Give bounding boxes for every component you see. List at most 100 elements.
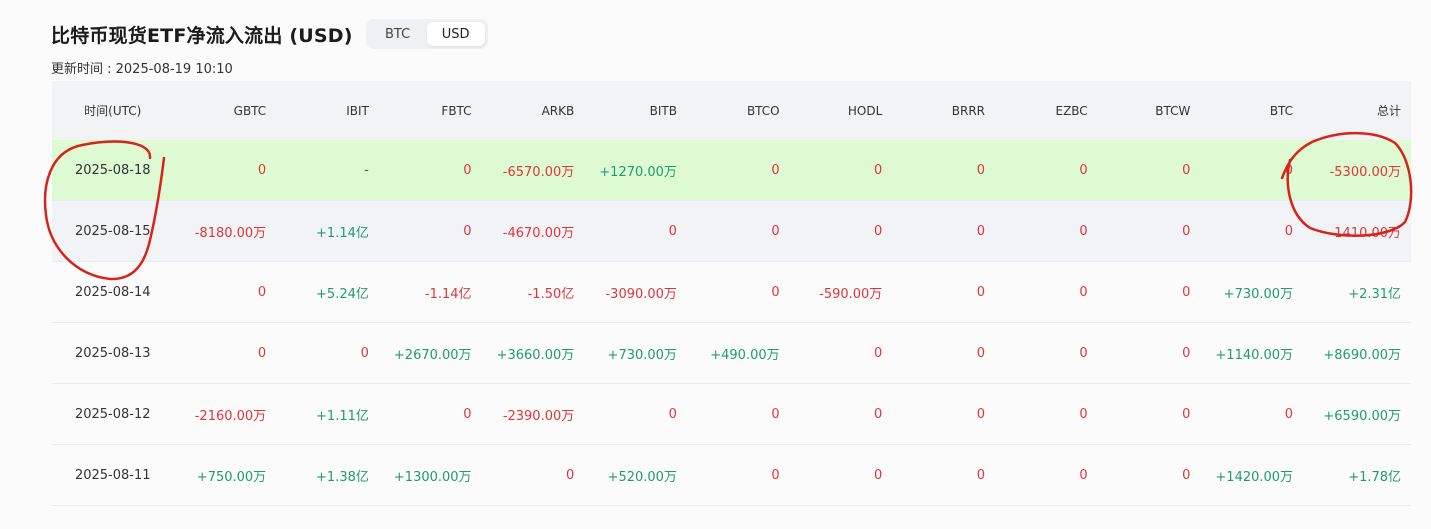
value-cell: 0 [1182,406,1191,422]
value-cell: 0 [1182,223,1191,239]
value-cell: 0 [1182,345,1191,361]
value-cell: 0 [874,406,883,422]
column-header: IBIT [346,103,369,118]
value-cell: 0 [463,223,472,239]
value-cell: -1.14亿 [424,286,472,302]
date-cell: 2025-08-14 [74,284,151,300]
value-cell: 0 [771,223,780,239]
value-cell: 0 [1182,162,1191,178]
table-header-row: 时间(UTC) GBTC IBIT FBTC ARKB BITB BTCO HODL BRRR E… [52,81,1411,140]
value-cell: +490.00万 [710,347,780,363]
value-cell: 0 [976,345,985,361]
value-cell: 0 [771,284,780,300]
etf-flow-table: 时间(UTC) GBTC IBIT FBTC ARKB BITB BTCO HODL BRRR E… [52,81,1411,506]
value-cell: -590.00万 [819,286,883,302]
value-cell: 0 [1079,284,1088,300]
value-cell: +5.24亿 [316,286,369,302]
value-cell: +1420.00万 [1215,469,1294,485]
value-cell: +1.38亿 [316,469,369,485]
value-cell: 0 [771,467,780,483]
value-cell: -2160.00万 [194,408,267,424]
value-cell: 0 [976,162,985,178]
date-cell: 2025-08-13 [74,345,151,361]
value-cell: 0 [565,467,575,483]
value-cell: +750.00万 [196,469,267,485]
table-row: 2025-08-11 +750.00万 +1.38亿 +1300.00万 0 +520.0… [52,445,1411,506]
value-cell: 0 [1284,223,1294,239]
table-row: 2025-08-15 -8180.00万 +1.14亿 0 -4670.00万 0 0 0 0 0… [52,201,1411,262]
table-row: 2025-08-13 0 0 +2670.00万 +3660.00万 +730.00万 +4… [52,323,1411,384]
value-cell: 0 [976,406,985,422]
page-header: 比特币现货ETF净流入流出 (USD) BTC USD [51,19,488,49]
column-header: BITB [649,103,677,118]
value-cell: -1.50亿 [527,286,575,302]
value-cell: +1.14亿 [316,225,369,241]
value-cell: 0 [257,284,267,300]
value-cell: 0 [771,406,780,422]
toggle-btc[interactable]: BTC [369,22,427,46]
table-row: 2025-08-18 0 - 0 -6570.00万 +1270.00万 0 0 0 0 0 0 -53… [52,140,1411,201]
value-cell: 0 [360,345,369,361]
value-cell: -5300.00万 [1329,164,1402,180]
value-cell: 0 [1079,406,1088,422]
updated-time: 更新时间 : 2025-08-19 10:10 [51,62,233,77]
value-cell: +1300.00万 [393,469,472,485]
value-cell: 0 [874,162,883,178]
value-cell: 0 [874,223,883,239]
value-cell: - [364,162,369,178]
column-header: EZBC [1055,103,1088,118]
column-header: GBTC [233,103,267,118]
unit-toggle: BTC USD [365,19,488,49]
date-cell: 2025-08-18 [74,162,151,178]
date-cell: 2025-08-12 [74,406,151,422]
value-cell: 0 [257,345,267,361]
column-header: HODL [847,103,883,118]
value-cell: +730.00万 [607,347,677,363]
value-cell: 0 [668,406,677,422]
column-header: 时间(UTC) [84,104,142,118]
column-header: 总计 [1377,104,1402,118]
value-cell: -4670.00万 [502,225,575,241]
value-cell: +1140.00万 [1215,347,1294,363]
value-cell: +1270.00万 [599,164,677,180]
value-cell: +3660.00万 [496,347,575,363]
value-cell: 0 [874,345,883,361]
value-cell: 0 [976,467,985,483]
value-cell: 0 [1079,223,1088,239]
value-cell: 0 [1284,162,1294,178]
value-cell: 0 [463,406,472,422]
toggle-usd[interactable]: USD [426,22,485,46]
table-row: 2025-08-14 0 +5.24亿 -1.14亿 -1.50亿 -3090.00万 0 -… [52,262,1411,323]
column-header: BTCO [746,103,780,118]
table-row: 2025-08-12 -2160.00万 +1.11亿 0 -2390.00万 0 0 0 0 0… [52,384,1411,445]
value-cell: +1.11亿 [316,408,369,424]
value-cell: +2.31亿 [1348,286,1402,302]
column-header: BTCW [1155,103,1191,118]
value-cell: 0 [668,223,677,239]
date-cell: 2025-08-15 [74,223,151,239]
column-header: ARKB [541,103,575,118]
value-cell: 0 [257,162,267,178]
date-cell: 2025-08-11 [74,467,151,483]
value-cell: -1410.00万 [1329,225,1402,241]
value-cell: 0 [976,284,985,300]
value-cell: +8690.00万 [1323,347,1402,363]
value-cell: -6570.00万 [502,164,575,180]
column-header: FBTC [441,103,472,118]
value-cell: 0 [874,467,883,483]
value-cell: +2670.00万 [393,347,472,363]
value-cell: 0 [1079,162,1088,178]
value-cell: 0 [1182,467,1191,483]
value-cell: 0 [1079,467,1088,483]
column-header: BRRR [951,103,985,118]
value-cell: +6590.00万 [1323,408,1402,424]
page-title: 比特币现货ETF净流入流出 (USD) [51,24,353,47]
value-cell: 0 [771,162,780,178]
value-cell: 0 [1284,406,1294,422]
column-header: BTC [1269,103,1294,118]
value-cell: -2390.00万 [502,408,575,424]
value-cell: -8180.00万 [194,225,267,241]
value-cell: 0 [976,223,985,239]
value-cell: +730.00万 [1223,286,1294,302]
value-cell: -3090.00万 [605,286,677,302]
